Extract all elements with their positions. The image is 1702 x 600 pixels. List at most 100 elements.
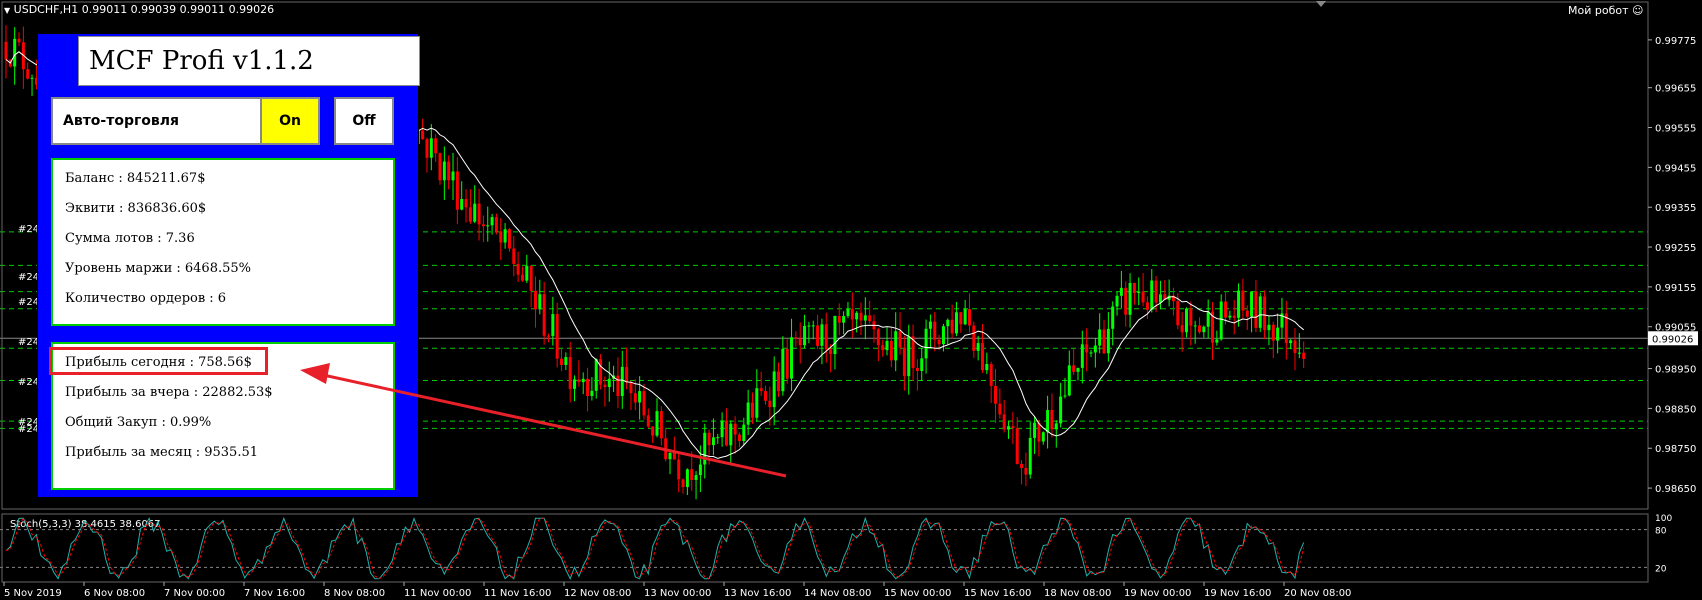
candle-body: [1258, 296, 1262, 328]
candle-body: [1297, 352, 1301, 354]
account-stats-box: Баланс : 845211.67$ Эквити : 836836.60$ …: [51, 158, 395, 326]
candle-body: [863, 315, 867, 321]
candle-body: [1059, 396, 1063, 424]
candle-body: [1180, 325, 1184, 333]
x-tick-label: 18 Nov 08:00: [1044, 588, 1111, 599]
candle-body: [690, 469, 694, 480]
candle-body: [1007, 426, 1011, 430]
candle-body: [837, 315, 841, 323]
stoch-level-label: 20: [1655, 564, 1667, 574]
dropdown-triangle-icon[interactable]: ▼: [4, 6, 10, 15]
order-label: #24: [18, 337, 39, 348]
candle-body: [655, 411, 659, 436]
candle-body: [724, 420, 728, 446]
candle-body: [1041, 432, 1045, 442]
candle-body: [868, 315, 872, 322]
candle-body: [1011, 426, 1015, 429]
auto-trading-button[interactable]: Авто-торговля: [51, 97, 282, 145]
candle-body: [30, 77, 34, 79]
candle-body: [1289, 340, 1293, 344]
profit-yesterday-row: Прибыль за вчера : 22882.53$: [65, 385, 273, 400]
candle-body: [429, 138, 433, 158]
candle-body: [885, 340, 889, 351]
x-tick-label: 13 Nov 00:00: [644, 588, 711, 599]
current-price-label: 0.99026: [1652, 334, 1693, 345]
candle-body: [946, 319, 950, 327]
candle-body: [460, 198, 464, 210]
off-button[interactable]: Off: [334, 97, 394, 145]
candle-body: [703, 432, 707, 465]
stoch-label: Stoch(5,3,3) 38.4615 38.6067: [10, 519, 161, 530]
candle-body: [1141, 291, 1145, 303]
candle-body: [1193, 325, 1197, 327]
candle-body: [1189, 308, 1193, 326]
candle-body: [737, 434, 741, 442]
candle-body: [672, 452, 676, 460]
candle-body: [529, 266, 533, 291]
x-tick-label: 19 Nov 16:00: [1204, 588, 1271, 599]
candle-body: [820, 324, 824, 346]
candle-body: [759, 388, 763, 392]
candle-body: [1158, 294, 1162, 303]
on-button[interactable]: On: [260, 97, 320, 145]
candle-body: [950, 319, 954, 334]
candle-body: [842, 316, 846, 323]
candle-body: [876, 329, 880, 346]
candle-body: [442, 161, 446, 181]
candle-body: [1115, 295, 1119, 307]
candle-body: [455, 171, 459, 210]
candle-body: [607, 378, 611, 388]
candle-body: [811, 325, 815, 327]
candle-body: [1241, 290, 1245, 311]
candle-body: [486, 225, 490, 227]
y-tick-label: 0.99775: [1655, 36, 1696, 47]
candle-body: [560, 358, 564, 365]
panel-title: MCF Profi v1.1.2: [78, 36, 420, 86]
candle-body: [907, 336, 911, 377]
candle-body: [829, 349, 833, 355]
candle-body: [473, 203, 477, 222]
candle-body: [764, 391, 767, 401]
symbol-info: USDCHF,H1 0.99011 0.99039 0.99011 0.9902…: [13, 3, 275, 16]
candle-body: [768, 400, 772, 408]
candle-body: [937, 339, 941, 345]
candle-body: [516, 263, 520, 275]
candle-body: [746, 402, 750, 425]
candle-body: [1276, 327, 1280, 341]
candle-body: [694, 475, 698, 480]
candle-body: [816, 325, 820, 346]
candle-body: [573, 379, 577, 389]
candle-body: [807, 325, 811, 327]
candle-body: [13, 38, 17, 67]
candle-body: [994, 385, 998, 404]
candle-body: [594, 359, 598, 391]
highlight-box: [49, 347, 268, 375]
candle-body: [1098, 329, 1102, 346]
candle-body: [685, 469, 689, 488]
x-tick-label: 12 Nov 08:00: [564, 588, 631, 599]
stoch-main-line: [5, 516, 1305, 580]
stochastic-panel: 100 80 20 Stoch(5,3,3) 38.4615 38.6067: [0, 514, 1672, 580]
x-tick-label: 19 Nov 00:00: [1124, 588, 1191, 599]
candle-body: [1037, 422, 1041, 442]
x-tick-label: 7 Nov 00:00: [164, 588, 225, 599]
candle-body: [846, 309, 850, 317]
candle-body: [729, 423, 733, 446]
candle-body: [1089, 352, 1093, 354]
candle-body: [707, 432, 711, 446]
candle-body: [963, 309, 967, 325]
candle-body: [555, 314, 559, 359]
candle-body: [581, 378, 585, 383]
candle-body: [1267, 324, 1271, 331]
candle-body: [542, 294, 546, 336]
candle-body: [677, 459, 681, 480]
candle-body: [1050, 410, 1054, 430]
candle-body: [1202, 326, 1206, 333]
candle-body: [785, 348, 789, 379]
y-tick-label: 0.99155: [1655, 283, 1696, 294]
candle-body: [924, 328, 928, 359]
candle-body: [642, 391, 646, 416]
candle-body: [1028, 437, 1032, 475]
candle-body: [603, 384, 607, 388]
candle-body: [803, 325, 807, 346]
